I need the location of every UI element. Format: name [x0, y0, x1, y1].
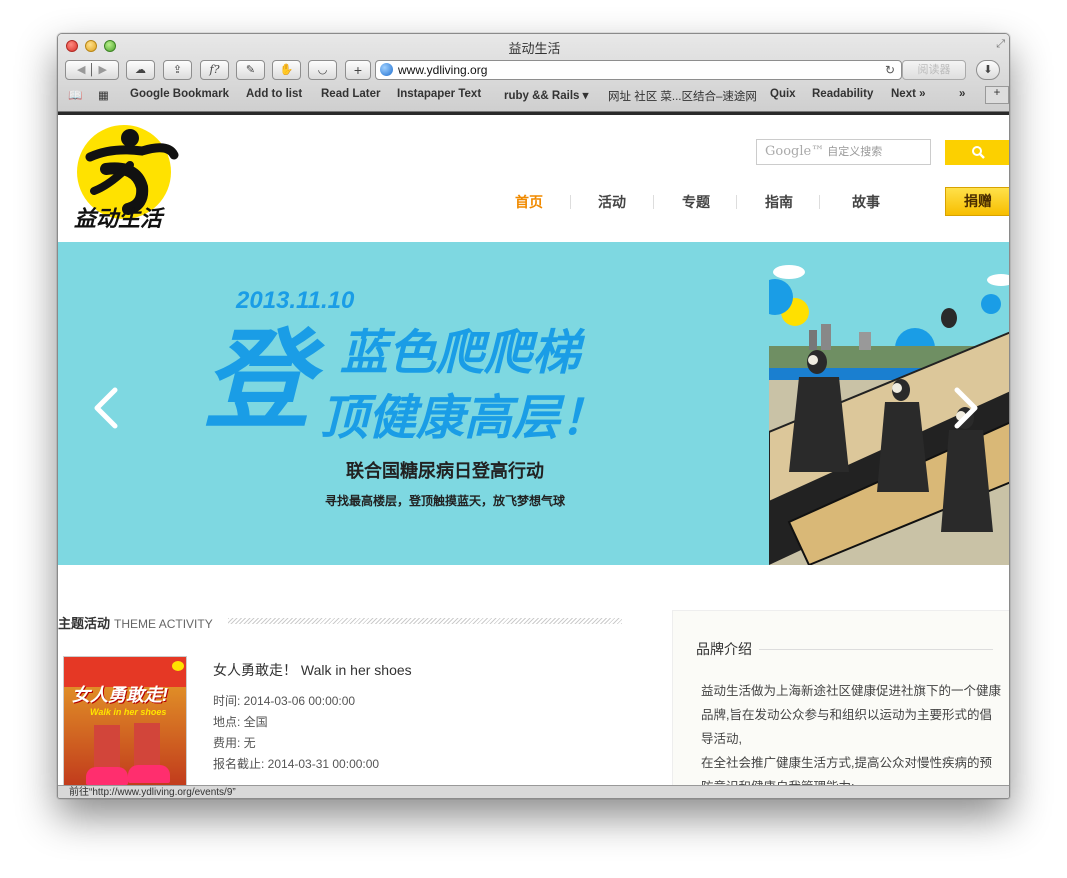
url-text[interactable]: www.ydliving.org — [398, 61, 487, 79]
hand-button[interactable]: ✋ — [272, 60, 301, 80]
brand-intro-divider — [759, 649, 993, 650]
thumb-title: 女人勇敢走! — [72, 685, 168, 705]
nav-stories[interactable]: 故事 — [852, 192, 880, 212]
plus-icon: + — [353, 62, 363, 78]
status-bar: 前往“http://www.ydliving.org/events/9” — [58, 785, 1009, 798]
brand-intro-line: 在全社会推广健康生活方式,提高公众对慢性疾病的预 — [701, 756, 992, 770]
grid-icon[interactable]: ▦ — [98, 88, 109, 102]
prev-slide-icon[interactable] — [91, 387, 121, 429]
browser-chrome: 益动生活 ⤢ ◀ │ ▶ ☁ ⇪ f? ✎ ✋ ◡ + www.ydliving… — [58, 34, 1009, 112]
back-forward-buttons[interactable]: ◀ │ ▶ — [65, 60, 119, 80]
event-title[interactable]: 女人勇敢走！ Walk in her shoes — [213, 660, 412, 680]
hand-icon: ✋ — [279, 64, 294, 76]
book-icon[interactable]: 📖 — [68, 88, 82, 102]
bookmarks-bar: 📖 ▦ Google Bookmark Add to list Read Lat… — [58, 85, 1009, 105]
back-icon[interactable]: ◀ — [77, 64, 85, 76]
bookmark-item[interactable]: Read Later — [321, 88, 380, 100]
thumb-subtitle: Walk in her shoes — [90, 707, 167, 717]
downloads-button[interactable]: ⬇ — [976, 60, 1000, 80]
nav-guide[interactable]: 指南 — [765, 192, 793, 212]
overflow-chevron-icon[interactable]: » — [959, 88, 965, 100]
search-button[interactable] — [945, 140, 1009, 165]
event-time: 时间: 2014-03-06 00:00:00 — [213, 694, 356, 708]
banner-headline-2: 顶健康高层！ — [320, 392, 609, 445]
banner-headline-1: 蓝色爬爬梯 — [340, 327, 581, 380]
nav-divider — [736, 195, 737, 209]
brand-intro-line: 防意识和健康自我管理能力; — [701, 776, 854, 785]
top-strip — [58, 112, 1009, 115]
globe-icon — [380, 63, 393, 76]
donate-button[interactable]: 捐赠 — [945, 187, 1009, 216]
bookmark-item[interactable]: Instapaper Text — [397, 88, 481, 100]
script-button[interactable]: f? — [200, 60, 229, 80]
site-logo[interactable]: 益动生活 — [72, 125, 182, 232]
section-hatch-divider — [228, 618, 622, 624]
event-deadline: 报名截止: 2014-03-31 00:00:00 — [213, 757, 380, 771]
pocket-icon: ◡ — [317, 64, 328, 76]
add-bookmark-button[interactable]: + — [345, 60, 371, 80]
reload-icon[interactable]: ↻ — [885, 61, 895, 79]
banner-date: 2013.11.10 — [236, 287, 355, 314]
wrench-icon: ✎ — [245, 64, 256, 76]
reader-button[interactable]: 阅读器 — [902, 60, 966, 80]
web-page: 益动生活 Google™ 自定义搜索 首页 活动 专题 指南 故事 捐赠 201… — [58, 112, 1009, 785]
tools-button[interactable]: ✎ — [236, 60, 265, 80]
thumb-logo-icon — [172, 661, 184, 671]
window-title: 益动生活 — [508, 41, 561, 56]
event-fee: 费用: 无 — [213, 736, 256, 750]
event-place: 地点: 全国 — [213, 715, 268, 729]
share-button[interactable]: ⇪ — [163, 60, 192, 80]
share-icon: ⇪ — [172, 64, 183, 76]
bookmark-item[interactable]: Quix — [770, 88, 796, 100]
function-icon: f? — [209, 63, 220, 76]
logo-text: 益动生活 — [74, 207, 166, 229]
nav-divider — [653, 195, 654, 209]
nav-topics[interactable]: 专题 — [682, 192, 710, 212]
address-bar[interactable]: www.ydliving.org ↻ — [375, 60, 902, 80]
brand-intro-title: 品牌介绍 — [696, 641, 752, 657]
bookmark-item[interactable]: Add to list — [246, 88, 302, 100]
banner-big-char: 登 — [203, 320, 312, 441]
bookmark-item[interactable]: 网址 社区 菜...区结合–速途网 — [608, 88, 757, 104]
icloud-button[interactable]: ☁ — [126, 60, 155, 80]
search-placeholder: 自定义搜索 — [827, 146, 883, 158]
event-thumbnail[interactable]: 女人勇敢走! Walk in her shoes — [63, 656, 187, 785]
browser-window: 益动生活 ⤢ ◀ │ ▶ ☁ ⇪ f? ✎ ✋ ◡ + www.ydliving… — [57, 33, 1010, 799]
search-icon — [971, 146, 985, 159]
brand-intro-line: 益动生活做为上海新途社区健康促进社旗下的一个健康 — [701, 684, 1002, 698]
brand-intro-line: 导活动, — [701, 732, 742, 746]
cloud-icon: ☁ — [135, 64, 146, 76]
bookmark-item[interactable]: Readability — [812, 88, 873, 100]
nav-home[interactable]: 首页 — [515, 192, 543, 212]
hero-banner[interactable]: 2013.11.10 登 蓝色爬爬梯 顶健康高层！ 联合国糖尿病日登高行动 寻找… — [58, 242, 1009, 565]
brand-intro-box: 品牌介绍 益动生活做为上海新途社区健康促进社旗下的一个健康 品牌,旨在发动公众参… — [672, 610, 1009, 785]
bookmark-item[interactable]: ruby && Rails ▾ — [504, 88, 588, 102]
banner-tagline: 寻找最高楼层，登顶触摸蓝天，放飞梦想气球 — [325, 494, 566, 508]
search-brand: Google™ — [765, 144, 825, 159]
nav-activities[interactable]: 活动 — [598, 192, 626, 212]
brand-intro-line: 品牌,旨在发动公众参与和组织以运动为主要形式的倡 — [701, 708, 992, 722]
download-icon: ⬇ — [983, 64, 993, 76]
bookmark-item[interactable]: Next » — [891, 88, 926, 100]
theme-section-title-en: THEME ACTIVITY — [114, 617, 213, 631]
new-tab-button[interactable]: + — [985, 86, 1009, 104]
search-input[interactable]: Google™ 自定义搜索 — [756, 139, 931, 165]
next-slide-icon[interactable] — [951, 387, 981, 429]
pocket-button[interactable]: ◡ — [308, 60, 337, 80]
nav-divider — [570, 195, 571, 209]
fullscreen-icon[interactable]: ⤢ — [996, 38, 1005, 51]
forward-icon[interactable]: ▶ — [99, 64, 107, 76]
theme-section-heading: 主题活动 THEME ACTIVITY — [58, 613, 213, 632]
bookmark-item[interactable]: Google Bookmark — [130, 88, 229, 100]
theme-section-title: 主题活动 — [58, 616, 111, 631]
banner-subtitle: 联合国糖尿病日登高行动 — [346, 461, 544, 481]
nav-divider — [819, 195, 820, 209]
